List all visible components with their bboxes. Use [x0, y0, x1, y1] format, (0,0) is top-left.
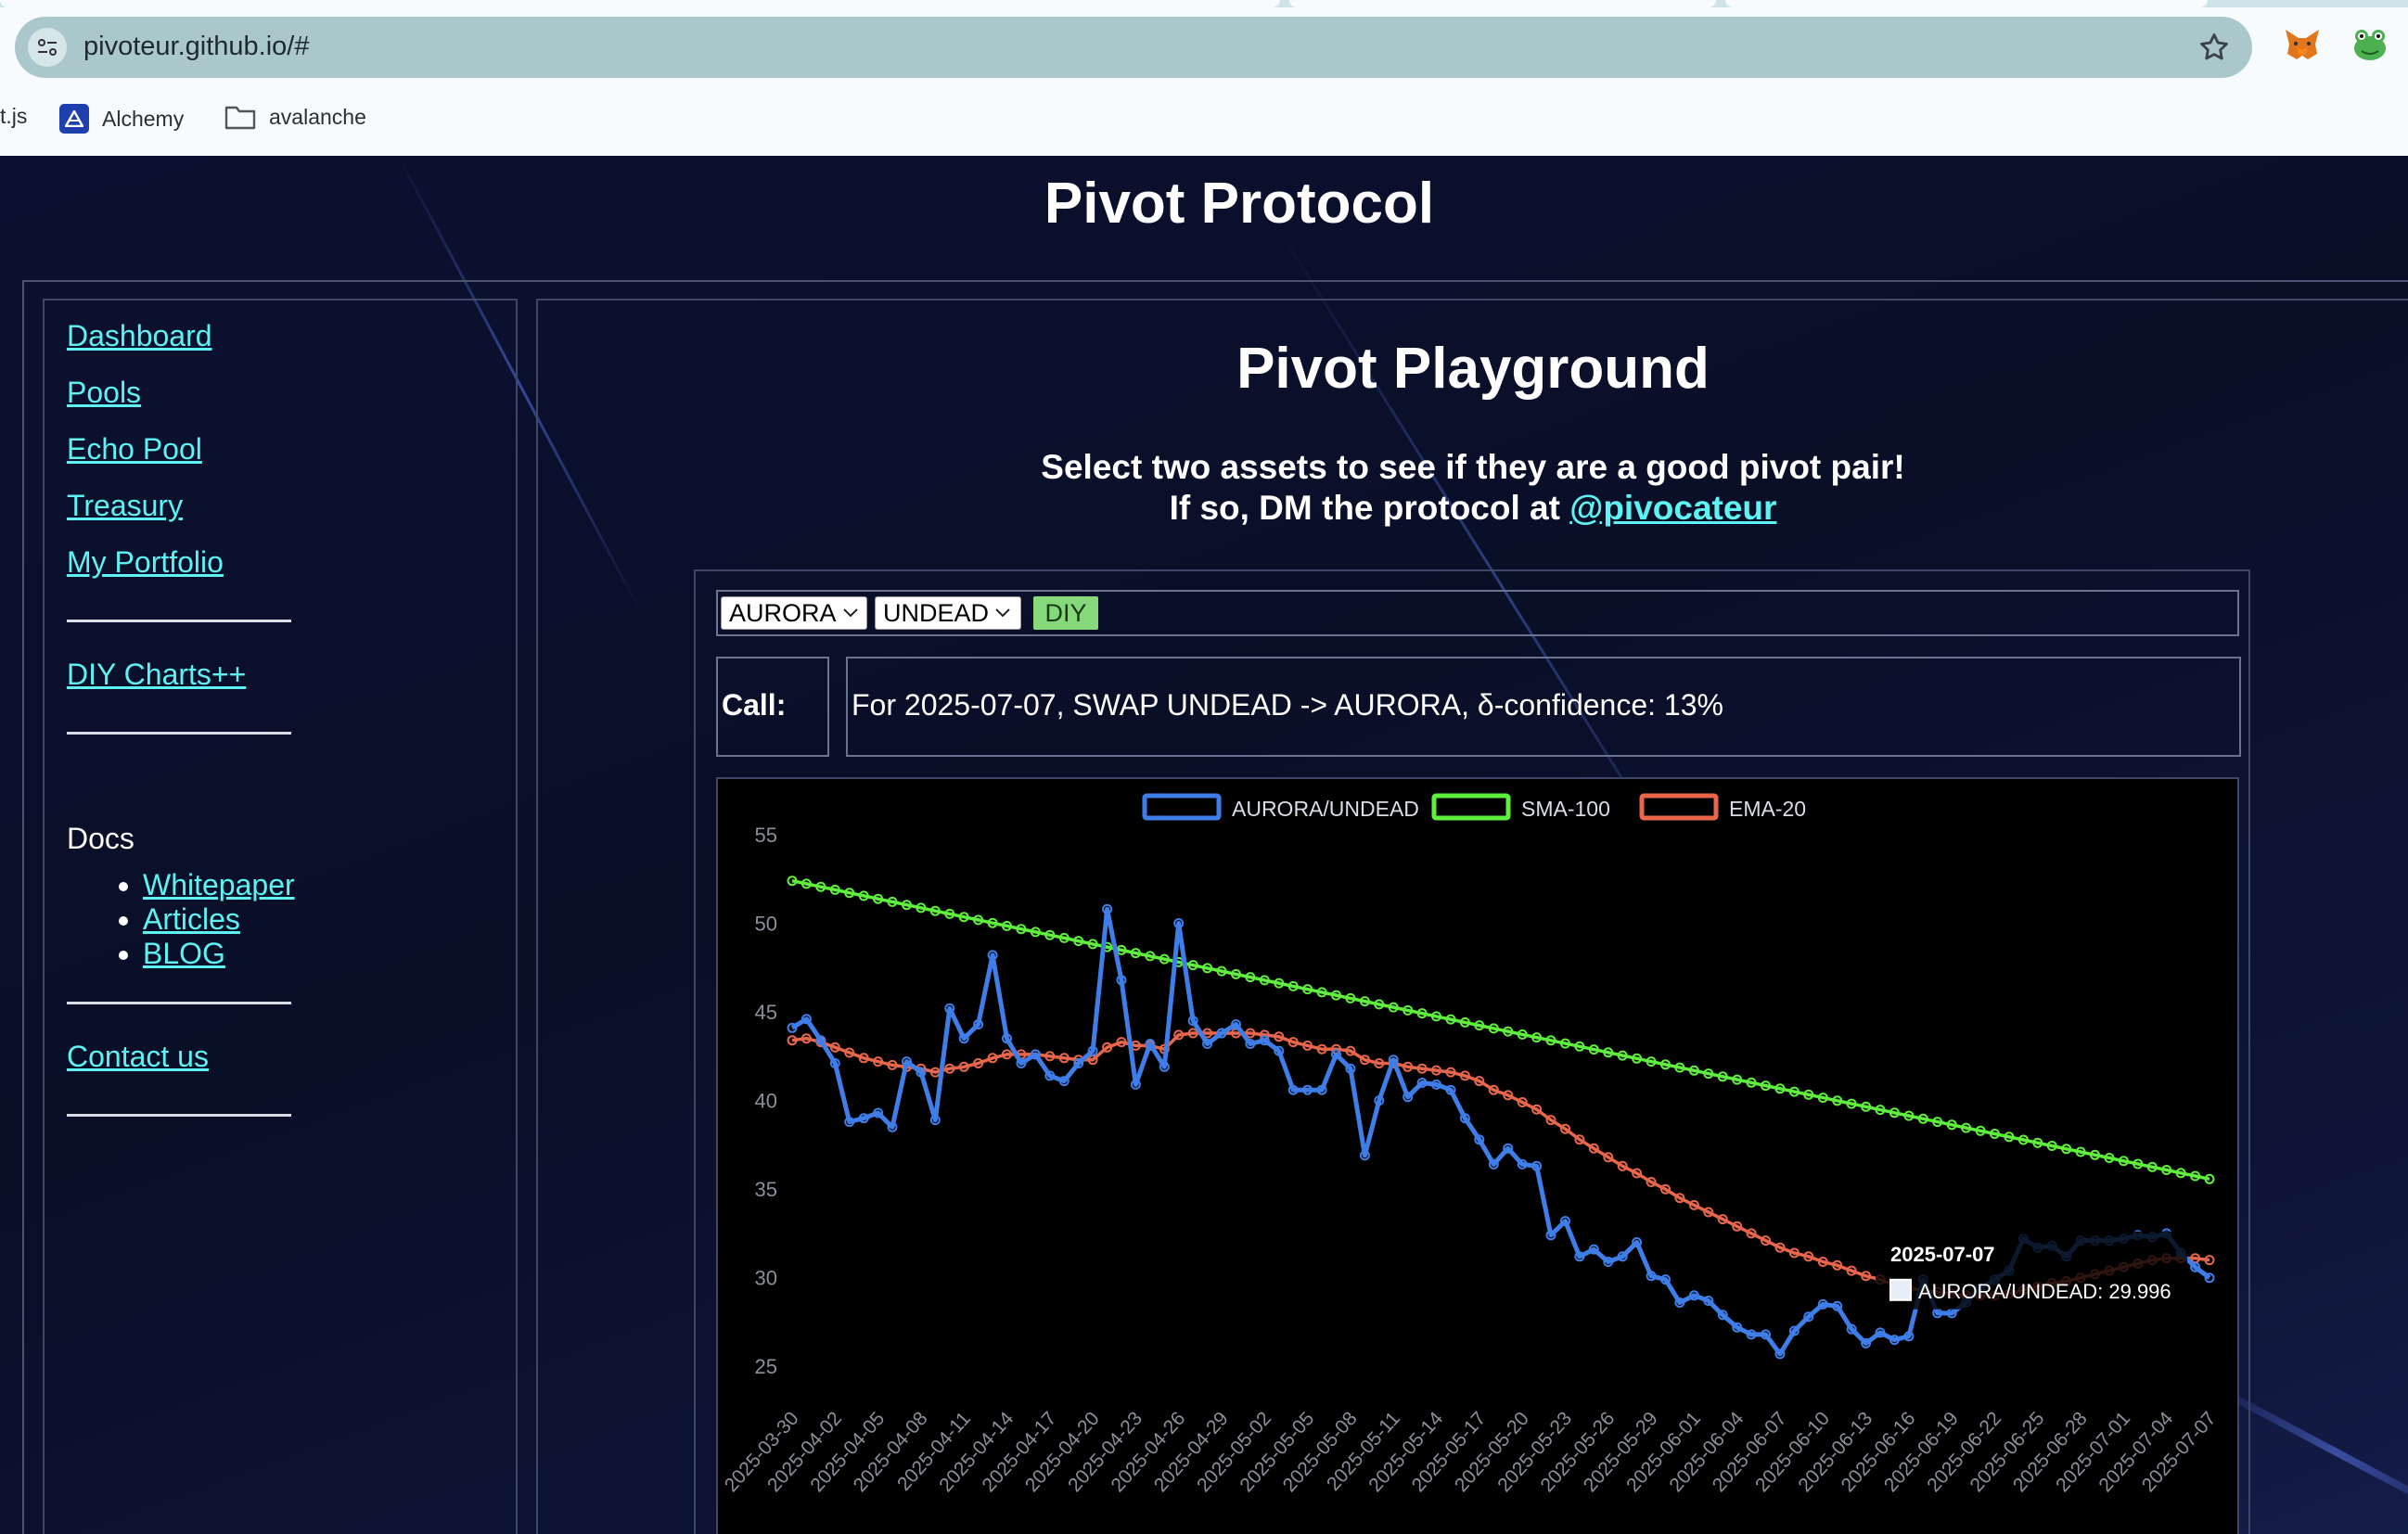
legend-swatch[interactable] [1142, 793, 1222, 821]
list-item: Whitepaper [143, 868, 295, 902]
page-title: Pivot Playground [1236, 337, 1710, 401]
divider [67, 1114, 291, 1117]
nav-link-diy-charts[interactable]: DIY Charts++ [67, 658, 246, 692]
sidebar: Dashboard Pools Echo Pool Treasury My Po… [43, 299, 518, 1534]
url-text[interactable]: pivoteur.github.io/# [83, 32, 309, 62]
bookmark-star-icon[interactable] [2197, 30, 2232, 65]
active-tab[interactable] [0, 0, 1280, 7]
y-tick-label: 25 [755, 1355, 777, 1378]
divider [67, 1002, 291, 1004]
contact-handle-link[interactable]: @pivocateur [1569, 489, 1776, 527]
bookmark-label: avalanche [269, 104, 366, 129]
subtitle-line: If so, DM the protocol at @pivocateur [538, 488, 2408, 529]
call-label: Call: [722, 688, 787, 722]
chart-area[interactable]: 25 30 35 40 45 50 55 2025-03-30 2025-04-02 2025-0… [716, 777, 2239, 1534]
page: Pivot Protocol Dashboard Pools Echo Pool… [0, 156, 2408, 1534]
alchemy-icon [59, 104, 89, 134]
tab[interactable] [1725, 0, 2208, 7]
y-tick-label: 30 [755, 1267, 777, 1290]
legend-swatch[interactable] [1639, 793, 1719, 821]
site-settings-icon [38, 39, 57, 56]
y-tick-label: 35 [755, 1178, 777, 1201]
divider [67, 620, 291, 622]
metamask-fox-icon[interactable] [2284, 28, 2321, 61]
bookmark-folder-avalanche[interactable]: avalanche [224, 104, 366, 130]
page-subtitle: Select two assets to see if they are a g… [538, 447, 2408, 529]
subtitle-line: Select two assets to see if they are a g… [1041, 448, 1905, 486]
docs-list: Whitepaper Articles BLOG [115, 868, 295, 971]
y-tick-label: 45 [755, 1001, 777, 1024]
tooltip-title: 2025-07-07 [1890, 1243, 1995, 1266]
asset-controls: AURORA UNDEAD DIY [716, 590, 2239, 636]
address-bar[interactable]: pivoteur.github.io/# [15, 17, 2252, 78]
bookmark-tjs[interactable]: t.js [0, 104, 27, 129]
bookmark-label: Alchemy [102, 106, 185, 131]
bookmark-label: t.js [0, 104, 28, 128]
bookmarks-bar: t.js Alchemy avalanche [0, 96, 2408, 137]
tooltip-swatch [1889, 1278, 1912, 1301]
chevron-down-icon [995, 608, 1010, 618]
site-info-button[interactable] [28, 28, 67, 67]
playground-panel: AURORA UNDEAD DIY Call: For 2025-07-07, … [694, 569, 2250, 1534]
chevron-down-icon [842, 608, 858, 618]
subtitle-prefix: If so, DM the protocol at [1169, 489, 1570, 527]
y-tick-label: 50 [755, 913, 777, 936]
legend-label[interactable]: EMA-20 [1729, 797, 1806, 821]
site-title: Pivot Protocol [1044, 172, 1435, 236]
call-text: For 2025-07-07, SWAP UNDEAD -> AURORA, δ… [852, 688, 1723, 722]
frog-extension-icon[interactable] [2352, 28, 2388, 61]
folder-icon [224, 106, 256, 130]
tab-strip [0, 0, 2408, 7]
list-item: Articles [143, 902, 295, 937]
legend-label[interactable]: SMA-100 [1521, 797, 1610, 821]
asset-b-value: UNDEAD [883, 598, 990, 627]
y-tick-label: 40 [755, 1090, 777, 1113]
list-item: BLOG [143, 937, 295, 971]
line-chart[interactable]: 253035404550552025-03-302025-04-022025-0… [718, 779, 2237, 1534]
main-content: Pivot Playground Select two assets to se… [536, 299, 2408, 1534]
browser-chrome: pivoteur.github.io/# t.js Alchemy avalan… [0, 0, 2408, 156]
bookmark-alchemy[interactable]: Alchemy [59, 104, 184, 134]
docs-link-whitepaper[interactable]: Whitepaper [143, 868, 295, 901]
nav-link-my-portfolio[interactable]: My Portfolio [67, 545, 224, 580]
nav-link-contact-us[interactable]: Contact us [67, 1040, 209, 1074]
tab[interactable] [1289, 0, 1716, 7]
y-tick-label: 55 [755, 824, 777, 847]
nav-link-treasury[interactable]: Treasury [67, 489, 183, 523]
call-text-cell: For 2025-07-07, SWAP UNDEAD -> AURORA, δ… [846, 657, 2241, 757]
docs-heading: Docs [67, 822, 134, 855]
nav-link-pools[interactable]: Pools [67, 376, 141, 410]
nav-link-echo-pool[interactable]: Echo Pool [67, 432, 202, 467]
legend-label[interactable]: AURORA/UNDEAD [1232, 797, 1419, 821]
diy-button[interactable]: DIY [1033, 596, 1098, 630]
tooltip-label: AURORA/UNDEAD: 29.996 [1918, 1280, 2171, 1303]
asset-a-value: AURORA [729, 598, 837, 627]
nav-link-dashboard[interactable]: Dashboard [67, 319, 212, 353]
asset-b-select[interactable]: UNDEAD [875, 596, 1021, 630]
docs-link-articles[interactable]: Articles [143, 902, 240, 936]
legend-swatch[interactable] [1431, 793, 1511, 821]
asset-a-select[interactable]: AURORA [721, 596, 867, 630]
docs-link-blog[interactable]: BLOG [143, 937, 225, 970]
divider [67, 732, 291, 735]
call-label-cell: Call: [716, 657, 829, 757]
